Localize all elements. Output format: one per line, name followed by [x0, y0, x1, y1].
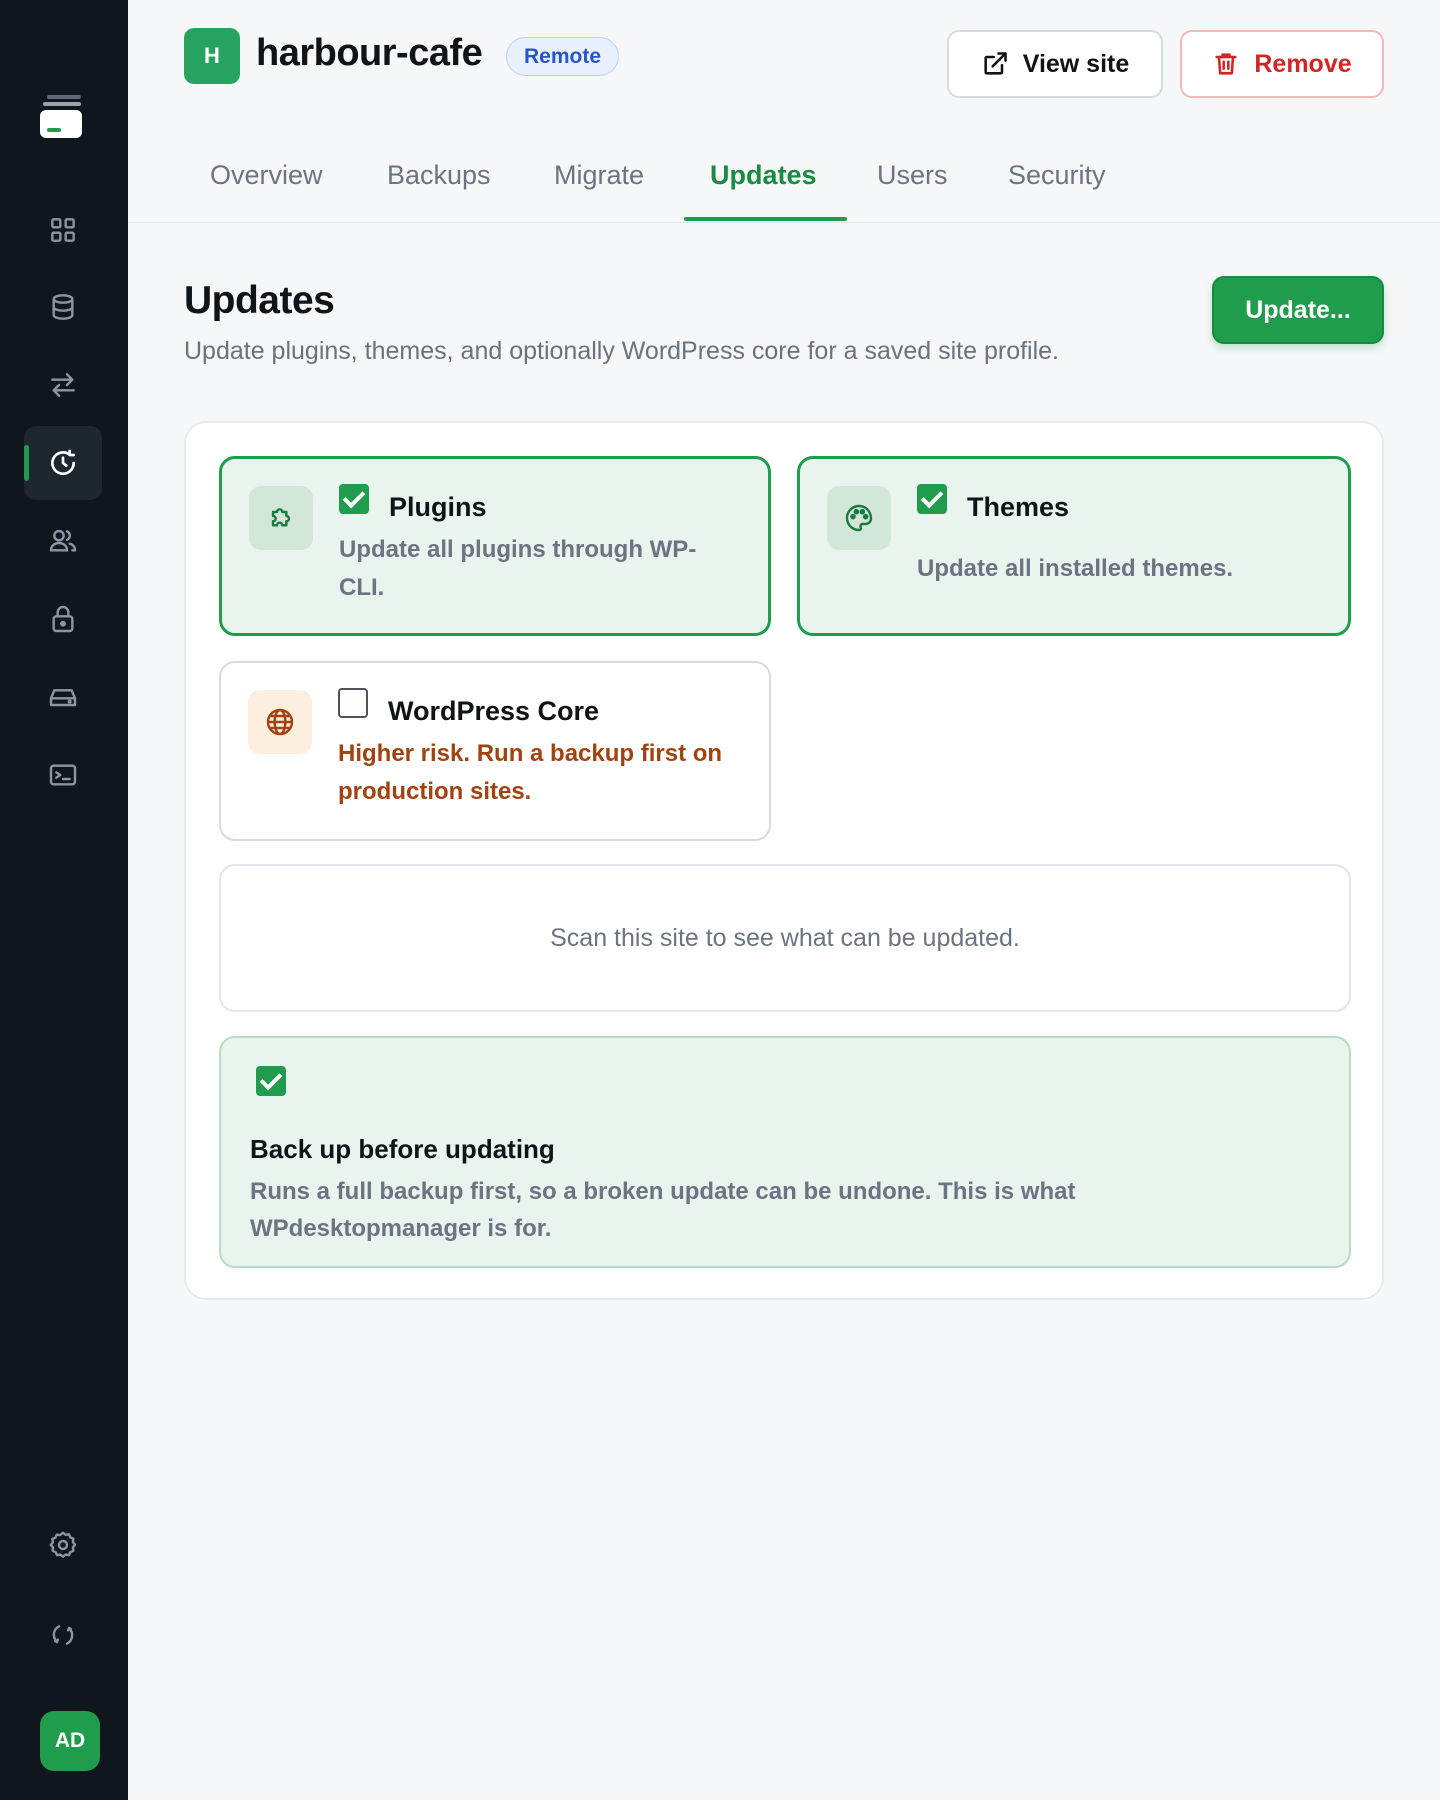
option-wordpress-core[interactable]: WordPress Core Higher risk. Run a backup…: [219, 661, 771, 841]
sidebar-item-terminal[interactable]: [24, 738, 102, 812]
plugins-checkbox[interactable]: [339, 484, 369, 514]
themes-description: Update all installed themes.: [917, 555, 1234, 582]
sidebar-item-storage[interactable]: [24, 660, 102, 734]
tab-overview[interactable]: Overview: [210, 160, 323, 222]
globe-icon: [266, 708, 294, 736]
sidebar-item-databases[interactable]: [24, 270, 102, 344]
themes-title: Themes: [967, 492, 1070, 522]
sidebar-item-migrate[interactable]: [24, 348, 102, 422]
scan-message: Scan this site to see what can be update…: [550, 923, 1020, 952]
gear-icon: [49, 1531, 77, 1558]
backup-description: Runs a full backup first, so a broken up…: [250, 1178, 1076, 1242]
app-logo[interactable]: [37, 92, 85, 144]
tab-backups[interactable]: Backups: [387, 160, 491, 222]
option-themes[interactable]: Themes Update all installed themes.: [797, 456, 1351, 636]
grid-icon: [51, 218, 75, 242]
core-icon-tile: [248, 690, 312, 754]
updates-panel: Plugins Update all plugins through WP-CL…: [184, 421, 1384, 1300]
puzzle-icon: [271, 508, 291, 527]
plugins-description: Update all plugins through WP-CLI.: [339, 536, 697, 601]
active-tab-indicator: [684, 217, 847, 221]
page-subtitle: Update plugins, themes, and optionally W…: [184, 337, 1059, 365]
page-title: Updates: [184, 279, 335, 322]
terminal-icon: [49, 764, 77, 786]
update-button[interactable]: Update...: [1212, 276, 1384, 344]
site-type-badge: Remote: [506, 37, 620, 76]
sidebar-item-settings[interactable]: [24, 1508, 102, 1582]
view-site-button[interactable]: View site: [947, 30, 1163, 98]
option-plugins[interactable]: Plugins Update all plugins through WP-CL…: [219, 456, 771, 636]
core-checkbox[interactable]: [338, 688, 368, 718]
trash-icon: [1215, 53, 1237, 75]
core-warning: Higher risk. Run a backup first on produ…: [338, 740, 723, 805]
avatar[interactable]: AD: [40, 1711, 100, 1771]
site-avatar: H: [184, 28, 240, 84]
database-icon: [52, 294, 74, 320]
backup-before-update-option[interactable]: Back up before updating Runs a full back…: [219, 1036, 1351, 1268]
tab-security[interactable]: Security: [1008, 160, 1106, 222]
drive-icon: [49, 689, 77, 707]
tab-migrate[interactable]: Migrate: [554, 160, 644, 222]
plugins-title: Plugins: [389, 492, 487, 522]
site-name: harbour-cafe: [256, 32, 483, 74]
external-link-icon: [984, 52, 1007, 75]
users-icon: [49, 529, 77, 552]
tab-updates[interactable]: Updates: [710, 160, 817, 222]
plugins-icon-tile: [249, 486, 313, 550]
sidebar-item-security[interactable]: [24, 582, 102, 656]
sidebar-item-dashboard[interactable]: [24, 193, 102, 267]
themes-checkbox[interactable]: [917, 484, 947, 514]
sidebar-item-sync[interactable]: [24, 1598, 102, 1672]
lock-icon: [52, 605, 74, 633]
backup-title: Back up before updating: [250, 1134, 555, 1164]
sidebar-item-users[interactable]: [24, 504, 102, 578]
remove-label: Remove: [1254, 49, 1352, 78]
transfer-icon: [51, 373, 75, 397]
palette-icon: [845, 504, 873, 532]
view-site-label: View site: [1022, 49, 1130, 78]
sync-icon: [52, 1625, 74, 1645]
core-title: WordPress Core: [388, 696, 600, 726]
themes-icon-tile: [827, 486, 891, 550]
scan-empty-state: Scan this site to see what can be update…: [219, 864, 1351, 1012]
remove-button[interactable]: Remove: [1180, 30, 1384, 98]
refresh-clock-icon: [51, 449, 76, 476]
sidebar-item-updates[interactable]: [24, 426, 102, 500]
tab-divider: [128, 222, 1440, 223]
tab-users[interactable]: Users: [877, 160, 948, 222]
backup-checkbox[interactable]: [256, 1066, 286, 1096]
sidebar: AD: [0, 0, 128, 1800]
